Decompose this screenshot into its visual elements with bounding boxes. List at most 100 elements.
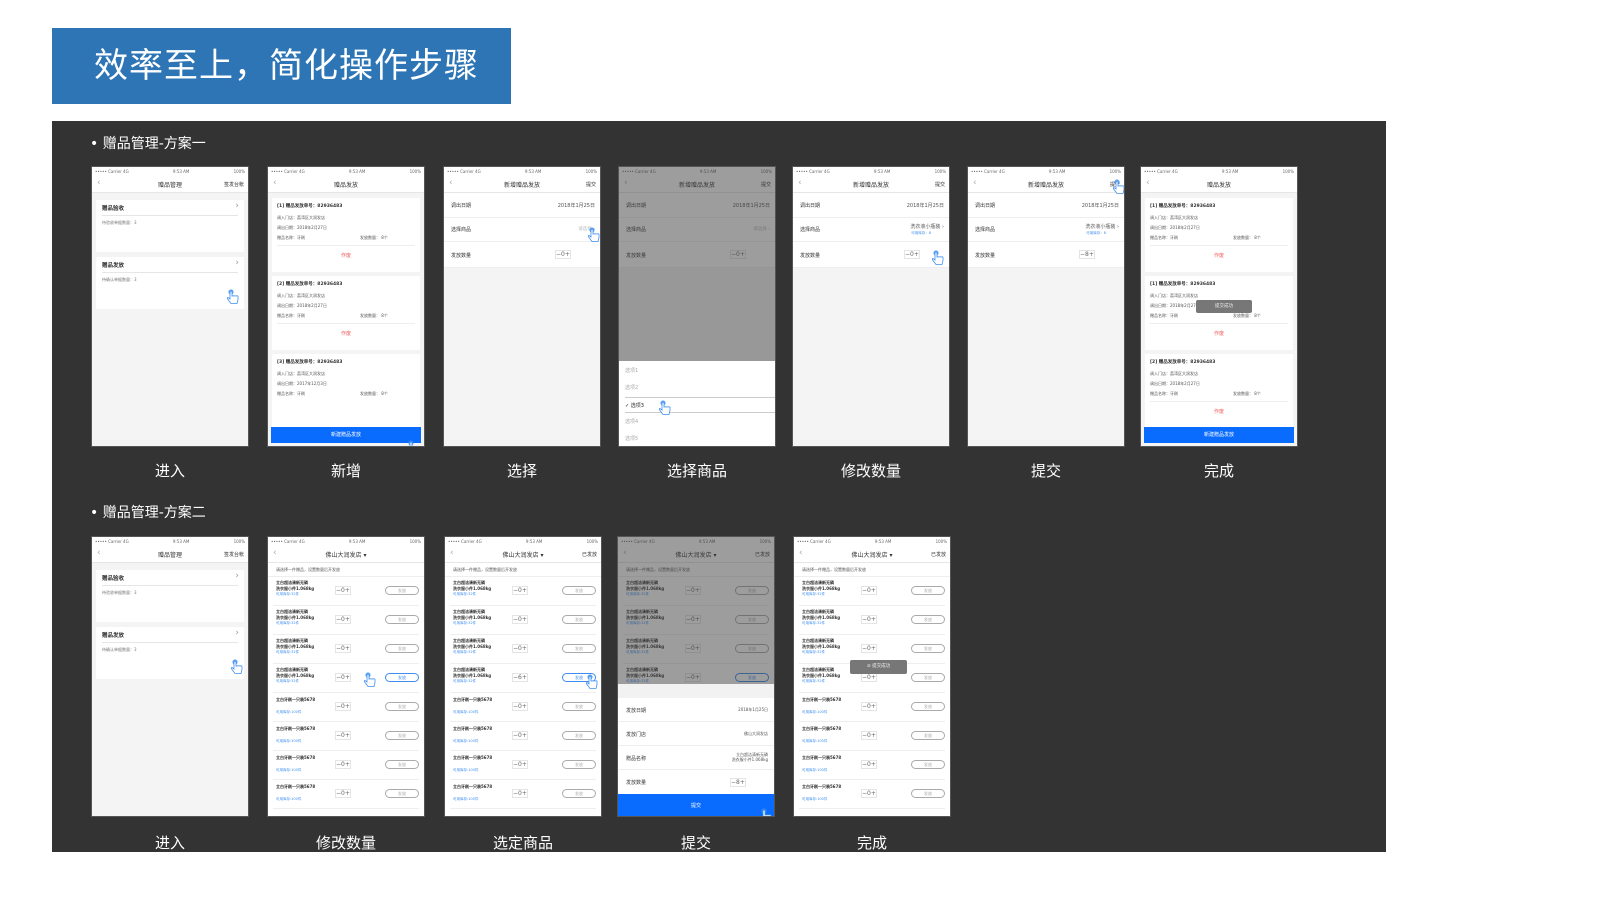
issue-button[interactable]: 发放 xyxy=(562,615,596,624)
plus-button[interactable]: + xyxy=(522,645,527,652)
issue-button[interactable]: 发放 xyxy=(385,644,419,653)
quantity-stepper[interactable]: −0+ xyxy=(512,789,528,798)
menu-card[interactable]: 赠品验收 › 待验收单据数量：3 xyxy=(96,570,244,622)
issue-button[interactable]: 发放 xyxy=(562,731,596,740)
void-button[interactable]: 作废 xyxy=(1145,252,1293,259)
quantity-stepper[interactable]: −0+ xyxy=(512,702,528,711)
quantity-stepper[interactable]: −0+ xyxy=(335,702,351,711)
plus-button[interactable]: + xyxy=(871,645,876,652)
nav-right-action[interactable]: 签发台帐 xyxy=(224,181,244,188)
issue-button[interactable]: 发放 xyxy=(911,586,945,595)
quantity-stepper[interactable]: −6 + xyxy=(512,673,528,682)
issue-button[interactable]: 发放 xyxy=(562,789,596,798)
goods-row[interactable]: 选择商品 洗衣液小瓶装 › 可用库存：8 xyxy=(968,218,1124,242)
date-value[interactable]: 2018年1月25日 xyxy=(1082,202,1119,209)
issue-button[interactable]: 发放 xyxy=(385,586,419,595)
plus-button[interactable]: + xyxy=(1089,251,1094,258)
plus-button[interactable]: + xyxy=(345,790,350,797)
nav-right-action[interactable]: 提交 xyxy=(935,181,945,188)
quantity-stepper[interactable]: −0+ xyxy=(861,760,877,769)
plus-button[interactable]: + xyxy=(871,587,876,594)
date-value[interactable]: 2018年1月25日 xyxy=(558,202,595,209)
plus-button[interactable]: + xyxy=(345,587,350,594)
plus-button[interactable]: + xyxy=(871,674,876,681)
issue-button[interactable]: 发放 xyxy=(385,731,419,740)
quantity-stepper[interactable]: −0+ xyxy=(555,250,571,259)
issue-button[interactable]: 发放 xyxy=(562,760,596,769)
plus-button[interactable]: + xyxy=(871,616,876,623)
nav-right-action[interactable]: 签发台帐 xyxy=(224,551,244,558)
quantity-stepper[interactable]: −0+ xyxy=(861,673,877,682)
plus-button[interactable]: + xyxy=(871,761,876,768)
quantity-stepper[interactable]: −0+ xyxy=(335,615,351,624)
menu-card[interactable]: 赠品发放 › 待确认单据数量：3 xyxy=(96,257,244,309)
plus-button[interactable]: + xyxy=(522,790,527,797)
quantity-stepper[interactable]: −0+ xyxy=(335,731,351,740)
plus-button[interactable]: + xyxy=(522,732,527,739)
plus-button[interactable]: + xyxy=(871,790,876,797)
plus-button[interactable]: + xyxy=(345,645,350,652)
nav-title[interactable]: 佛山大润发店 ▾ xyxy=(445,550,601,559)
plus-button[interactable]: + xyxy=(522,703,527,710)
issue-button[interactable]: 发放 xyxy=(385,702,419,711)
plus-button[interactable]: + xyxy=(740,779,745,786)
plus-button[interactable]: + xyxy=(522,674,527,681)
plus-button[interactable]: + xyxy=(871,732,876,739)
plus-button[interactable]: + xyxy=(871,703,876,710)
issue-button[interactable]: 发放 xyxy=(562,644,596,653)
quantity-stepper[interactable]: −8 + xyxy=(730,778,746,787)
issue-button[interactable]: 发放 xyxy=(911,789,945,798)
quantity-stepper[interactable]: −0+ xyxy=(861,702,877,711)
new-gift-issue-button[interactable]: 新建赠品发放 xyxy=(1144,427,1294,443)
plus-button[interactable]: + xyxy=(345,616,350,623)
quantity-stepper[interactable]: −0+ xyxy=(512,644,528,653)
issue-button[interactable]: 发放 xyxy=(385,615,419,624)
quantity-stepper[interactable]: −0+ xyxy=(861,586,877,595)
issue-button[interactable]: 发放 xyxy=(562,702,596,711)
issue-button[interactable]: 发放 xyxy=(911,644,945,653)
quantity-stepper[interactable]: −0+ xyxy=(512,760,528,769)
quantity-stepper[interactable]: −0+ xyxy=(512,615,528,624)
plus-button[interactable]: + xyxy=(345,761,350,768)
plus-button[interactable]: + xyxy=(345,732,350,739)
plus-button[interactable]: + xyxy=(522,587,527,594)
void-button[interactable]: 作废 xyxy=(272,330,420,337)
void-button[interactable]: 作废 xyxy=(1145,330,1293,337)
picker-option[interactable]: 选项2 xyxy=(625,380,775,396)
goods-row[interactable]: 选择商品请选择 › xyxy=(444,218,600,242)
void-button[interactable]: 作废 xyxy=(1145,408,1293,415)
issue-button[interactable]: 发放 xyxy=(385,673,419,682)
issue-button[interactable]: 发放 xyxy=(911,760,945,769)
nav-right-action[interactable]: 提交 xyxy=(586,181,596,188)
nav-title[interactable]: 佛山大润发店 ▾ xyxy=(794,550,950,559)
menu-card[interactable]: 赠品发放 › 待确认单据数量：3 xyxy=(96,627,244,679)
plus-button[interactable]: + xyxy=(345,703,350,710)
new-gift-issue-button[interactable]: 新建赠品发放 xyxy=(271,427,421,443)
quantity-stepper[interactable]: −0+ xyxy=(335,586,351,595)
issue-button[interactable]: 发放 xyxy=(562,586,596,595)
nav-title[interactable]: 佛山大润发店 ▾ xyxy=(268,550,424,559)
picker-option[interactable]: 选项1 xyxy=(625,363,775,379)
picker-option[interactable]: 选项4 xyxy=(625,414,775,430)
goods-row[interactable]: 选择商品 洗衣液小瓶装 › 可用库存：8 xyxy=(793,218,949,242)
quantity-stepper[interactable]: −0+ xyxy=(861,731,877,740)
quantity-stepper[interactable]: −0+ xyxy=(904,250,920,259)
menu-card[interactable]: 赠品验收 › 待验收单据数量：3 xyxy=(96,200,244,252)
quantity-stepper[interactable]: −8 + xyxy=(1079,250,1095,259)
submit-button[interactable]: 提交 xyxy=(618,794,774,816)
quantity-stepper[interactable]: −0+ xyxy=(512,731,528,740)
quantity-stepper[interactable]: −0+ xyxy=(335,644,351,653)
plus-button[interactable]: + xyxy=(345,674,350,681)
quantity-stepper[interactable]: −0+ xyxy=(861,789,877,798)
quantity-stepper[interactable]: −0+ xyxy=(861,615,877,624)
picker-option[interactable]: ✓ 选项3 xyxy=(625,397,775,413)
picker-option[interactable]: 选项5 xyxy=(625,431,775,446)
issue-button[interactable]: 发放 xyxy=(911,731,945,740)
void-button[interactable]: 作废 xyxy=(272,252,420,259)
issue-button[interactable]: 发放 xyxy=(911,673,945,682)
plus-button[interactable]: + xyxy=(565,251,570,258)
plus-button[interactable]: + xyxy=(522,761,527,768)
quantity-stepper[interactable]: −0+ xyxy=(335,760,351,769)
nav-right-action[interactable]: 已发放 xyxy=(931,551,946,558)
quantity-stepper[interactable]: −0+ xyxy=(335,789,351,798)
